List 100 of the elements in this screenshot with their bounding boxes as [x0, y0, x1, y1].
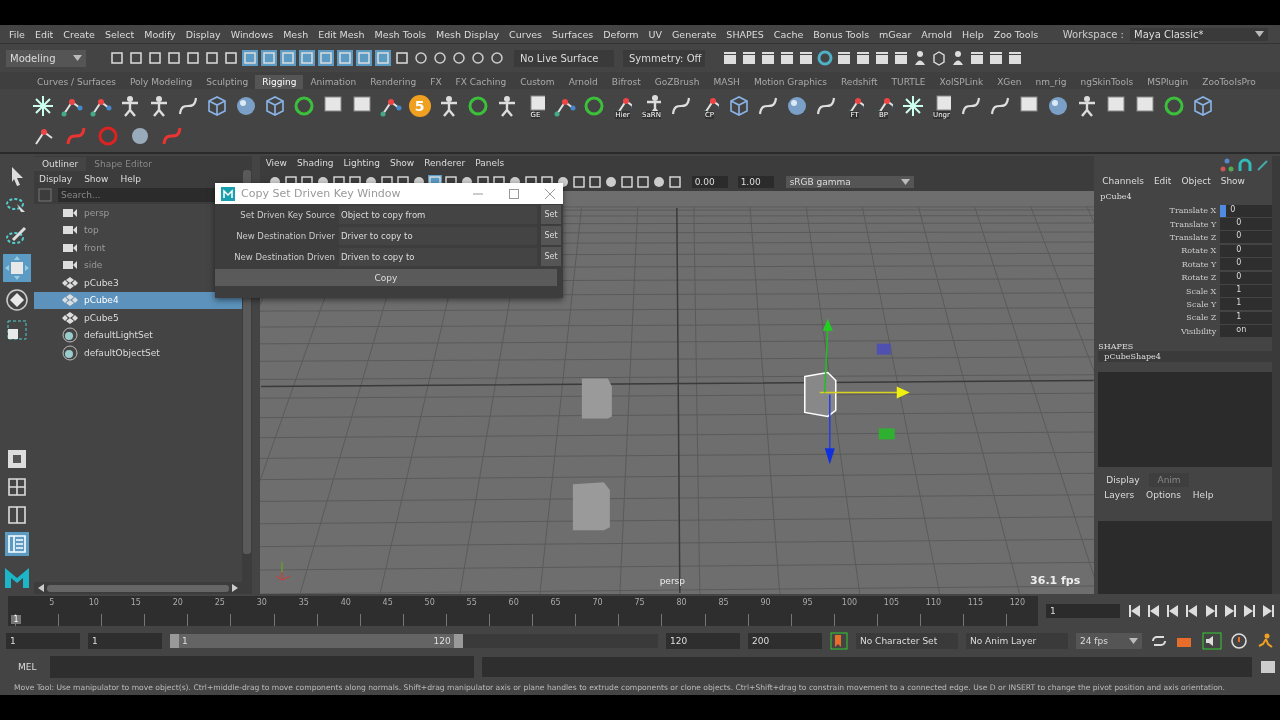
- menu-item[interactable]: Edit: [1153, 176, 1172, 186]
- range-slider[interactable]: 1 120: [170, 633, 463, 648]
- clapper-icon[interactable]: [988, 50, 1004, 66]
- clapper-icon[interactable]: [836, 50, 852, 66]
- layout-icon[interactable]: [5, 448, 28, 470]
- shelf-tab[interactable]: Curves / Surfaces: [30, 75, 123, 89]
- menu-item[interactable]: Create: [58, 28, 100, 40]
- loop-icon[interactable]: [1150, 633, 1168, 648]
- shelf-tab[interactable]: Redshift: [834, 75, 885, 89]
- clapper-icon[interactable]: [969, 50, 985, 66]
- menu-item[interactable]: Select: [99, 28, 140, 40]
- shelf-tab[interactable]: MSPlugin: [1140, 75, 1196, 89]
- cube-icon[interactable]: [931, 50, 947, 66]
- shelf-tab[interactable]: ZooToolsPro: [1195, 75, 1263, 89]
- menu-item[interactable]: Show: [1220, 176, 1245, 186]
- menu-item[interactable]: Help: [120, 174, 141, 184]
- shelf-tab[interactable]: XolSPLink: [932, 75, 991, 89]
- playback-control-icon[interactable]: [1261, 605, 1275, 617]
- gamma-field[interactable]: 1.00: [737, 176, 774, 188]
- set-button[interactable]: Set: [541, 226, 561, 245]
- outliner-item[interactable]: defaultLightSet: [33, 326, 242, 344]
- menu-item[interactable]: View: [265, 158, 287, 171]
- menu-item[interactable]: Show: [389, 158, 415, 171]
- shelf-tab[interactable]: Rigging: [255, 75, 304, 89]
- current-frame-marker[interactable]: 1: [11, 615, 22, 624]
- set-button[interactable]: Set: [541, 247, 561, 266]
- square-icon[interactable]: [587, 175, 602, 189]
- menu-item[interactable]: Mesh Display: [431, 28, 505, 40]
- outliner-item[interactable]: persp: [33, 204, 242, 222]
- menu-item[interactable]: Bonus Tools: [808, 28, 875, 40]
- scrollbar-thumb[interactable]: [46, 584, 229, 592]
- set-button[interactable]: Set: [541, 205, 561, 224]
- figure-icon[interactable]: [950, 50, 966, 66]
- menu-item[interactable]: Zoo Tools: [988, 28, 1044, 40]
- attribute-value-field[interactable]: 1: [1220, 285, 1272, 298]
- input-field[interactable]: Object to copy from: [339, 205, 537, 224]
- scale-tool-icon[interactable]: [4, 318, 29, 342]
- shelf-tab[interactable]: XGen: [990, 75, 1029, 89]
- circle-icon[interactable]: [603, 175, 618, 189]
- arch-icon[interactable]: [1238, 158, 1252, 172]
- symmetry-dropdown[interactable]: Symmetry: Off: [623, 49, 705, 67]
- time-slider[interactable]: 5 10 15 20 25 30 35 40 45 50 55 60 65 70 75 80 85 90 95 100 105 110 115 120 1: [8, 596, 1038, 626]
- square-icon[interactable]: [571, 175, 586, 189]
- start-frame-field[interactable]: 1: [6, 632, 80, 649]
- two-pane-layout-icon[interactable]: [5, 504, 28, 526]
- command-language-label[interactable]: MEL: [18, 662, 42, 672]
- clapper-icon[interactable]: [893, 50, 909, 66]
- ring-icon[interactable]: [413, 50, 429, 66]
- shelf-tab[interactable]: Custom: [513, 75, 562, 89]
- ring-icon[interactable]: [432, 50, 448, 66]
- menu-item[interactable]: Object: [1181, 176, 1211, 186]
- workspace-dropdown[interactable]: Maya Classic*: [1130, 27, 1268, 41]
- shelf-tab[interactable]: nm_rig: [1028, 75, 1074, 89]
- input-field[interactable]: Driver to copy to: [339, 226, 537, 245]
- menu-item[interactable]: Generate: [667, 28, 722, 40]
- menu-item[interactable]: Edit: [29, 28, 59, 40]
- menu-item[interactable]: Curves: [504, 28, 548, 40]
- move-tool-icon[interactable]: [2, 254, 31, 282]
- playback-control-icon[interactable]: [1185, 605, 1199, 617]
- square-icon[interactable]: [635, 175, 650, 189]
- shelf-tab[interactable]: TURTLE: [884, 75, 933, 89]
- menu-item[interactable]: UV: [643, 28, 667, 40]
- shelf-tab[interactable]: GoZBrush: [647, 75, 707, 89]
- playback-control-icon[interactable]: [1166, 605, 1180, 617]
- speaker-icon[interactable]: [1202, 631, 1222, 650]
- menu-item[interactable]: Help: [1192, 489, 1214, 500]
- playback-start-field[interactable]: 1: [88, 632, 162, 649]
- shelf-tab[interactable]: Arnold: [561, 75, 605, 89]
- color-space-dropdown[interactable]: sRGB gamma: [785, 176, 914, 188]
- attribute-value-field[interactable]: 1: [1220, 311, 1272, 324]
- clapper-icon[interactable]: [874, 50, 890, 66]
- history-icon[interactable]: [1230, 631, 1248, 650]
- live-surface-field[interactable]: No Live Surface: [514, 49, 614, 67]
- shelf-tab[interactable]: Animation: [303, 75, 364, 89]
- input-field[interactable]: Driven to copy to: [339, 247, 537, 266]
- playback-control-icon[interactable]: [1204, 605, 1218, 617]
- attribute-value-field[interactable]: 0: [1220, 258, 1272, 271]
- menu-item[interactable]: Options: [1146, 489, 1181, 500]
- ring-icon[interactable]: [817, 50, 833, 66]
- ring-icon[interactable]: [470, 50, 486, 66]
- menu-item[interactable]: Edit Mesh: [313, 28, 370, 40]
- script-editor-icon[interactable]: [1260, 659, 1276, 675]
- clapper-icon[interactable]: [855, 50, 871, 66]
- shelf-tab[interactable]: Sculpting: [199, 75, 256, 89]
- menu-item[interactable]: Mesh Tools: [369, 28, 432, 40]
- playback-control-icon[interactable]: [1242, 605, 1256, 617]
- clapper-icon[interactable]: [1007, 50, 1023, 66]
- node-graph-icon[interactable]: [1220, 158, 1234, 172]
- attribute-value-field[interactable]: 0: [1220, 218, 1272, 231]
- square-icon[interactable]: [667, 175, 682, 189]
- menu-item[interactable]: Channels: [1102, 176, 1144, 186]
- attribute-value-field[interactable]: 0: [1220, 204, 1272, 217]
- playback-control-icon[interactable]: [1223, 605, 1237, 617]
- menu-item[interactable]: Display: [38, 174, 73, 184]
- menu-item[interactable]: Cache: [768, 28, 809, 40]
- character-set-dropdown[interactable]: No Character Set: [856, 632, 958, 649]
- outliner-item[interactable]: defaultObjectSet: [33, 344, 242, 362]
- shelf-tab[interactable]: MASH: [706, 75, 747, 89]
- clapper-icon[interactable]: [741, 50, 757, 66]
- attribute-value-field[interactable]: 0: [1220, 231, 1272, 244]
